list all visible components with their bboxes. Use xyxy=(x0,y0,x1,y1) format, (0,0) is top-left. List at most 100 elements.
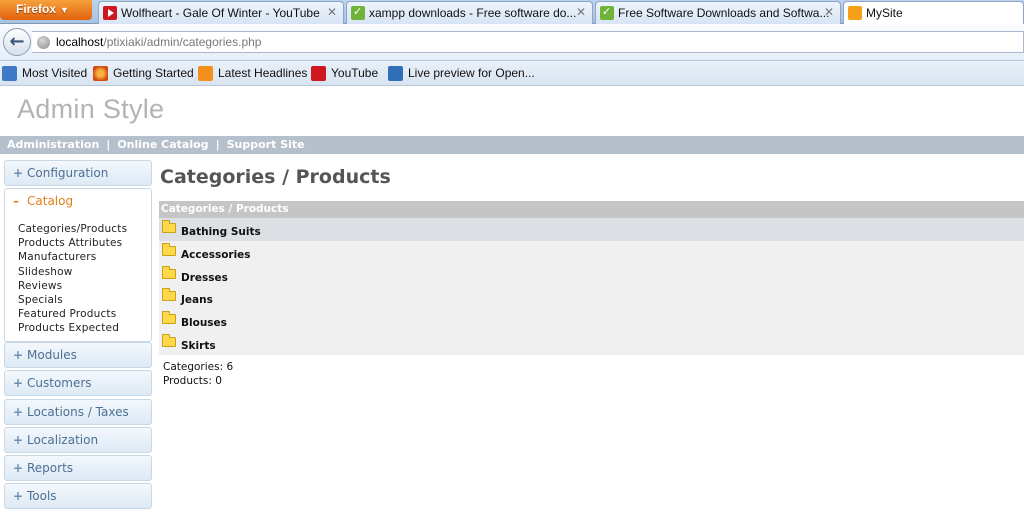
youtube-icon xyxy=(103,6,117,20)
category-list: Bathing Suits Accessories Dresses Jeans … xyxy=(159,218,1024,355)
sidebar-group-label: Configuration xyxy=(27,166,109,180)
url-bar[interactable]: localhost/ptixiaki/admin/categories.php xyxy=(32,31,1024,53)
page-title: Categories / Products xyxy=(160,166,391,188)
sidebar-group-customers[interactable]: + Customers xyxy=(4,370,152,396)
bookmark-getting-started[interactable]: Getting Started xyxy=(93,66,194,81)
bookmark-label: YouTube xyxy=(331,66,379,80)
sidebar-group-tools[interactable]: + Tools xyxy=(4,483,152,509)
bookmark-youtube[interactable]: YouTube xyxy=(311,66,379,81)
link-administration[interactable]: Administration xyxy=(7,138,99,151)
sidebar-group-label: Reports xyxy=(27,461,74,475)
category-row[interactable]: Blouses xyxy=(159,309,1024,332)
sidebar-item-products-attributes[interactable]: Products Attributes xyxy=(18,236,127,250)
category-row[interactable]: Accessories xyxy=(159,241,1024,264)
sidebar-group-label: Customers xyxy=(27,376,92,390)
collapse-icon: – xyxy=(13,194,19,208)
category-row[interactable]: Skirts xyxy=(159,332,1024,355)
browser-tab-free-software[interactable]: Free Software Downloads and Softwa... ✕ xyxy=(595,1,841,24)
category-name: Dresses xyxy=(181,271,228,284)
url-text[interactable]: localhost/ptixiaki/admin/categories.php xyxy=(56,35,261,49)
tab-bar: Firefox ▼ Wolfheart - Gale Of Winter - Yo… xyxy=(0,0,1024,24)
sidebar-item-specials[interactable]: Specials xyxy=(18,293,127,307)
categories-count: Categories: 6 xyxy=(163,361,234,373)
most-visited-icon xyxy=(2,66,17,81)
link-separator: | xyxy=(106,138,111,151)
sidebar-group-catalog[interactable]: – Catalog Categories/Products Products At… xyxy=(4,188,152,342)
bookmark-label: Getting Started xyxy=(113,66,194,80)
category-counts: Categories: 6 Products: 0 xyxy=(163,360,233,388)
sidebar-group-label: Localization xyxy=(27,433,99,447)
bookmark-label: Most Visited xyxy=(22,66,88,80)
sidebar-group-label: Catalog xyxy=(27,194,74,208)
sidebar-group-localization[interactable]: + Localization xyxy=(4,427,152,453)
sidebar-group-configuration[interactable]: + Configuration xyxy=(4,160,152,186)
link-online-catalog[interactable]: Online Catalog xyxy=(117,138,208,151)
sidebar-item-slideshow[interactable]: Slideshow xyxy=(18,265,127,279)
url-path: /ptixiaki/admin/categories.php xyxy=(103,35,262,49)
category-name: Bathing Suits xyxy=(181,226,261,238)
browser-tab-youtube[interactable]: Wolfheart - Gale Of Winter - YouTube ✕ xyxy=(98,1,344,24)
expand-icon: + xyxy=(13,405,24,419)
category-row[interactable]: Dresses xyxy=(159,264,1024,287)
sidebar-group-locations-taxes[interactable]: + Locations / Taxes xyxy=(4,399,152,425)
tab-title: Wolfheart - Gale Of Winter - YouTube xyxy=(121,6,320,20)
softpedia-icon xyxy=(600,5,614,20)
bookmark-latest-headlines[interactable]: Latest Headlines xyxy=(198,66,307,81)
link-separator: | xyxy=(215,138,220,151)
tab-title: Free Software Downloads and Softwa... xyxy=(618,6,830,20)
tab-title: MySite xyxy=(866,6,903,20)
sidebar-group-reports[interactable]: + Reports xyxy=(4,455,152,481)
close-icon[interactable]: ✕ xyxy=(327,5,337,19)
folder-icon xyxy=(162,334,176,347)
softpedia-icon xyxy=(351,5,365,20)
mysite-icon xyxy=(848,6,862,20)
firefox-icon xyxy=(93,66,108,81)
sidebar-item-manufacturers[interactable]: Manufacturers xyxy=(18,250,127,264)
expand-icon: + xyxy=(13,348,24,362)
bookmark-live-preview[interactable]: Live preview for Open... xyxy=(388,66,535,81)
tab-title: xampp downloads - Free software do... xyxy=(369,6,577,20)
chevron-down-icon: ▼ xyxy=(60,5,69,15)
bookmark-most-visited[interactable]: Most Visited xyxy=(2,66,88,81)
category-name: Skirts xyxy=(181,340,216,352)
sidebar-group-label: Modules xyxy=(27,348,77,362)
sidebar-item-featured-products[interactable]: Featured Products xyxy=(18,307,127,321)
expand-icon: + xyxy=(13,489,24,503)
category-row[interactable]: Jeans xyxy=(159,286,1024,309)
sidebar-group-label: Tools xyxy=(27,489,57,503)
products-count: Products: 0 xyxy=(163,375,222,387)
sidebar-item-reviews[interactable]: Reviews xyxy=(18,279,127,293)
navigation-bar: ← localhost/ptixiaki/admin/categories.ph… xyxy=(0,24,1024,61)
rss-icon xyxy=(198,66,213,81)
sidebar-item-products-expected[interactable]: Products Expected xyxy=(18,321,127,335)
category-name: Accessories xyxy=(181,248,251,261)
admin-top-links: Administration | Online Catalog | Support Si… xyxy=(0,136,1024,154)
close-icon[interactable]: ✕ xyxy=(824,5,834,19)
breadcrumb[interactable]: Categories / Products xyxy=(159,201,1024,218)
category-name: Blouses xyxy=(181,317,227,330)
expand-icon: + xyxy=(13,433,24,447)
youtube-icon xyxy=(311,66,326,81)
firefox-menu-button[interactable]: Firefox ▼ xyxy=(0,0,92,20)
expand-icon: + xyxy=(13,376,24,390)
expand-icon: + xyxy=(13,166,24,180)
category-row[interactable]: Bathing Suits xyxy=(159,218,1024,241)
sidebar-item-categories-products[interactable]: Categories/Products xyxy=(18,222,127,236)
browser-tab-xampp[interactable]: xampp downloads - Free software do... ✕ xyxy=(346,1,593,24)
firefox-menu-label: Firefox xyxy=(16,2,57,16)
sidebar-group-label: Locations / Taxes xyxy=(27,405,129,419)
folder-icon xyxy=(162,265,176,279)
bookmarks-toolbar: Most Visited Getting Started Latest Head… xyxy=(0,61,1024,86)
catalog-submenu: Categories/Products Products Attributes … xyxy=(18,222,127,336)
sidebar-group-modules[interactable]: + Modules xyxy=(4,342,152,368)
live-preview-icon xyxy=(388,66,403,81)
expand-icon: + xyxy=(13,461,24,475)
url-host: localhost xyxy=(56,35,104,49)
folder-icon xyxy=(162,288,176,302)
category-name: Jeans xyxy=(181,294,213,307)
link-support-site[interactable]: Support Site xyxy=(227,138,305,151)
site-title: Admin Style xyxy=(17,94,165,124)
close-icon[interactable]: ✕ xyxy=(576,5,586,19)
browser-tab-mysite[interactable]: MySite xyxy=(843,1,1024,24)
back-arrow-icon[interactable]: ← xyxy=(3,28,31,56)
